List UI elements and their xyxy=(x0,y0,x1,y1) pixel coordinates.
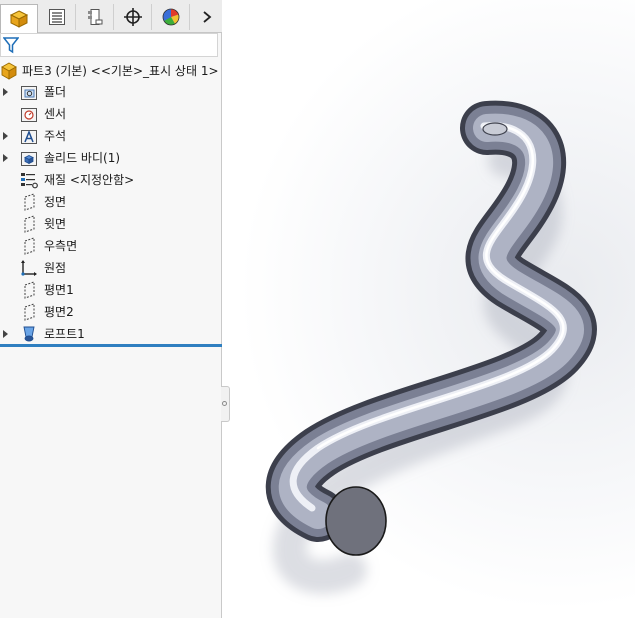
expand-arrow-icon[interactable] xyxy=(3,154,8,162)
loft-feature-icon xyxy=(23,326,35,342)
tree-item-front-plane[interactable]: 정면 xyxy=(0,191,222,213)
tab-dimxpert-manager[interactable] xyxy=(114,4,152,30)
tree-item-label: 폴더 xyxy=(44,85,67,99)
end-cap-face[interactable] xyxy=(325,486,387,556)
tree-item-top-plane[interactable]: 윗면 xyxy=(0,213,222,235)
tree-item-annotations[interactable]: 주석 xyxy=(0,125,222,147)
origin-icon xyxy=(21,260,37,276)
tree-item-label: 평면2 xyxy=(44,305,74,319)
tree-item-label: 정면 xyxy=(44,195,67,209)
chevron-right-icon xyxy=(203,11,212,23)
tabs-more-button[interactable] xyxy=(192,4,222,30)
tree-item-solid-bodies[interactable]: 솔리드 바디(1) xyxy=(0,147,222,169)
tree-item-origin[interactable]: 원점 xyxy=(0,257,222,279)
tab-display-manager[interactable] xyxy=(152,4,190,30)
tree-item-label: 평면1 xyxy=(44,283,74,297)
tree-item-loft1[interactable]: 로프트1 xyxy=(0,323,222,345)
plane-icon xyxy=(24,215,35,233)
expand-arrow-icon[interactable] xyxy=(3,330,8,338)
tree-item-label: 재질 <지정안함> xyxy=(44,173,135,187)
tab-property-manager[interactable] xyxy=(38,4,76,30)
feature-manager-icon xyxy=(9,10,29,28)
tree-item-label: 센서 xyxy=(44,107,67,121)
tree-item-plane2[interactable]: 평면2 xyxy=(0,301,222,323)
tab-feature-manager[interactable] xyxy=(0,4,38,33)
solid-bodies-folder-icon xyxy=(21,152,37,166)
tree-item-sensor[interactable]: 센서 xyxy=(0,103,222,125)
rollback-bar[interactable] xyxy=(0,344,222,347)
plane-icon xyxy=(24,237,35,255)
tree-item-plane1[interactable]: 평면1 xyxy=(0,279,222,301)
tree-item-label: 주석 xyxy=(44,129,67,143)
filter-funnel-icon[interactable] xyxy=(3,37,19,54)
graphics-viewport[interactable] xyxy=(230,0,635,618)
plane-icon xyxy=(24,193,35,211)
tree-item-label: 로프트1 xyxy=(44,327,85,341)
configuration-manager-icon xyxy=(87,9,102,25)
tree-item-material[interactable]: 재질 <지정안함> xyxy=(0,169,222,191)
dimxpert-crosshair-icon xyxy=(123,8,142,26)
tree-root-part[interactable]: 파트3 (기본) <<기본>_표시 상태 1> xyxy=(0,60,222,82)
property-manager-icon xyxy=(48,9,65,25)
tree-filter-bar[interactable] xyxy=(0,33,218,57)
tree-item-right-plane[interactable]: 우측면 xyxy=(0,235,222,257)
part-icon xyxy=(1,62,17,80)
manager-tab-bar xyxy=(0,0,222,33)
tree-item-label: 솔리드 바디(1) xyxy=(44,151,121,165)
annotation-folder-icon xyxy=(21,129,37,144)
material-icon xyxy=(21,173,38,189)
tree-item-folder[interactable]: 폴더 xyxy=(0,81,222,103)
tree-root-label: 파트3 (기본) <<기본>_표시 상태 1> xyxy=(22,64,219,78)
appearance-ball-icon xyxy=(162,8,179,26)
expand-arrow-icon[interactable] xyxy=(3,132,8,140)
plane-icon xyxy=(24,303,35,321)
expand-arrow-icon[interactable] xyxy=(3,88,8,96)
panel-splitter-handle[interactable] xyxy=(221,386,230,422)
sensor-folder-icon xyxy=(21,108,37,122)
history-folder-icon xyxy=(21,86,37,100)
tree-item-label: 원점 xyxy=(44,261,67,275)
splitter-grip-icon xyxy=(222,401,227,406)
tree-item-label: 우측면 xyxy=(44,239,78,253)
tree-item-label: 윗면 xyxy=(44,217,67,231)
feature-manager-panel: 파트3 (기본) <<기본>_표시 상태 1> 폴더 센서 주석 솔리드 바디(… xyxy=(0,0,222,618)
plane-icon xyxy=(24,281,35,299)
tab-configuration-manager[interactable] xyxy=(76,4,114,30)
